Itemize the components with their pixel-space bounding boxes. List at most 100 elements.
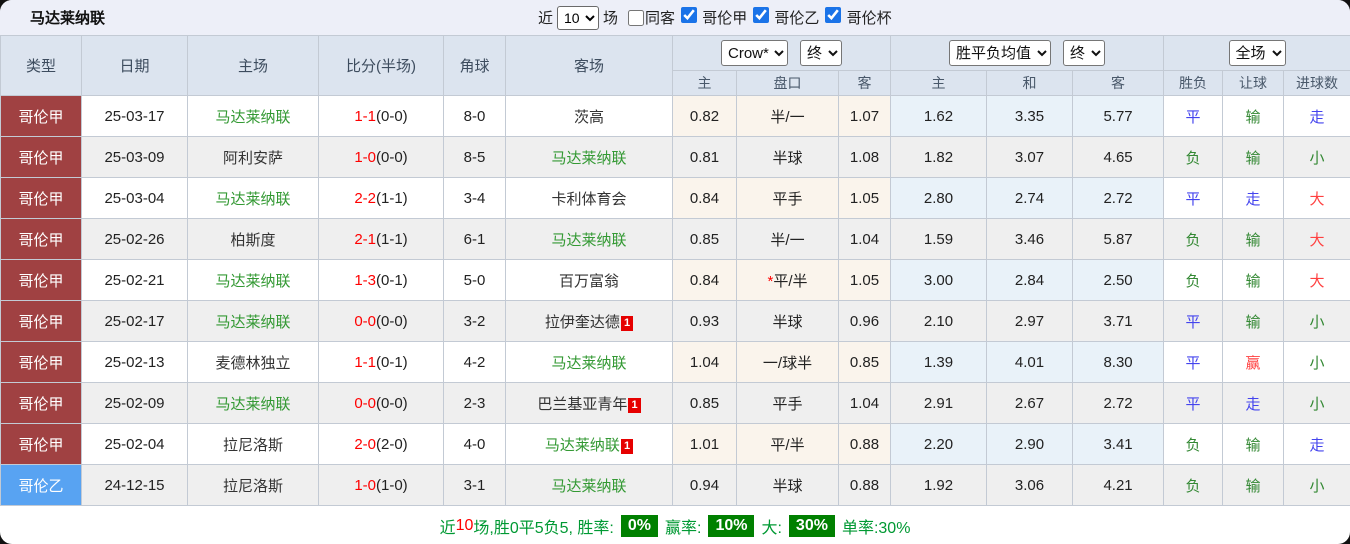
home-team-cell[interactable]: 马达莱纳联 [188,260,319,301]
league-cup-label: 哥伦杯 [847,10,892,27]
handicap-result-cell: 走 [1223,383,1284,424]
league-type-cell: 哥伦甲 [1,424,82,465]
avg-draw-cell: 2.67 [987,383,1073,424]
home-team-cell[interactable]: 马达莱纳联 [188,383,319,424]
away-team-cell[interactable]: 马达莱纳联 [506,219,673,260]
avg-draw-cell: 3.06 [987,465,1073,506]
outcome-cell: 负 [1164,219,1223,260]
handicap-cell: 平/半 [737,424,839,465]
away-team-cell[interactable]: 巴兰基亚青年1 [506,383,673,424]
avg-away-cell: 4.21 [1073,465,1164,506]
away-team-cell[interactable]: 马达莱纳联 [506,465,673,506]
league-cup-checkbox[interactable] [825,7,841,23]
home-team-cell[interactable]: 马达莱纳联 [188,301,319,342]
handicap-result-cell: 输 [1223,424,1284,465]
outcome-cell: 负 [1164,465,1223,506]
table-row: 哥伦甲 25-02-09 马达莱纳联 0-0(0-0) 2-3 巴兰基亚青年1 … [1,383,1350,424]
odds-group-header: Crow* 终 [673,36,891,71]
home-team-cell[interactable]: 柏斯度 [188,219,319,260]
odds-home-cell: 0.85 [673,219,737,260]
col-header-type: 类型 [1,36,82,96]
odds-home-cell: 0.81 [673,137,737,178]
odds-home-cell: 0.94 [673,465,737,506]
avg-home-cell: 1.59 [891,219,987,260]
away-team-cell[interactable]: 拉伊奎达德1 [506,301,673,342]
avg-draw-cell: 3.35 [987,96,1073,137]
table-row: 哥伦甲 25-02-04 拉尼洛斯 2-0(2-0) 4-0 马达莱纳联1 1.… [1,424,1350,465]
home-team-cell[interactable]: 麦德林独立 [188,342,319,383]
filter-controls: 近 10 场 同客 哥伦甲 哥伦乙 哥伦杯 [538,0,896,35]
summary-prefix: 近 [440,514,456,538]
avg-time-select[interactable]: 终 [1063,40,1105,66]
corner-cell: 3-2 [444,301,506,342]
away-team-cell[interactable]: 卡利体育会 [506,178,673,219]
avg-away-cell: 4.65 [1073,137,1164,178]
col-header-outcome: 胜负 [1164,71,1223,96]
handicap-cell: 平手 [737,178,839,219]
odds-home-cell: 0.84 [673,178,737,219]
summary-bar: 近10场,胜0平5负5, 胜率: 0% 赢率: 10% 大: 30% 单率:30… [0,506,1350,544]
avg-home-cell: 2.91 [891,383,987,424]
outcome-cell: 平 [1164,301,1223,342]
outcome-cell: 平 [1164,342,1223,383]
league-a-checkbox[interactable] [681,7,697,23]
avg-type-select[interactable]: 胜平负均值 [949,40,1051,66]
away-team-cell[interactable]: 马达莱纳联 [506,137,673,178]
avg-home-cell: 2.20 [891,424,987,465]
handicap-cell: 半/一 [737,219,839,260]
matches-table: 类型 日期 主场 比分(半场) 角球 客场 Crow* 终 胜平负均值 终 [0,35,1350,506]
avg-draw-cell: 2.97 [987,301,1073,342]
recent-count-select[interactable]: 10 [557,6,599,30]
avg-home-cell: 1.39 [891,342,987,383]
odds-away-cell: 1.07 [839,96,891,137]
result-group-header: 全场 [1164,36,1350,71]
away-team-cell[interactable]: 百万富翁 [506,260,673,301]
table-row: 哥伦乙 24-12-15 拉尼洛斯 1-0(1-0) 3-1 马达莱纳联 0.9… [1,465,1350,506]
handicap-cell: 平手 [737,383,839,424]
corner-cell: 8-5 [444,137,506,178]
avg-home-cell: 2.80 [891,178,987,219]
home-team-cell[interactable]: 马达莱纳联 [188,178,319,219]
league-filter-colombia-b: 哥伦乙 [751,7,819,28]
home-team-cell[interactable]: 拉尼洛斯 [188,465,319,506]
col-header-away: 客场 [506,36,673,96]
home-team-cell[interactable]: 阿利安萨 [188,137,319,178]
profit-rate-label: 赢率: [665,514,701,538]
odds-home-cell: 0.82 [673,96,737,137]
home-team-cell[interactable]: 拉尼洛斯 [188,424,319,465]
avg-away-cell: 5.77 [1073,96,1164,137]
odds-away-cell: 1.04 [839,219,891,260]
goals-result-cell: 走 [1284,424,1350,465]
table-row: 哥伦甲 25-03-17 马达莱纳联 1-1(0-0) 8-0 茨高 0.82 … [1,96,1350,137]
home-team-cell[interactable]: 马达莱纳联 [188,96,319,137]
corner-cell: 2-3 [444,383,506,424]
avg-home-cell: 1.62 [891,96,987,137]
odds-time-select[interactable]: 终 [800,40,842,66]
avg-draw-cell: 4.01 [987,342,1073,383]
away-team-cell[interactable]: 马达莱纳联 [506,342,673,383]
league-b-checkbox[interactable] [753,7,769,23]
away-team-badge: 1 [621,316,633,331]
col-header-handicap-result: 让球 [1223,71,1284,96]
odds-company-select[interactable]: Crow* [721,40,788,66]
same-away-checkbox[interactable] [628,10,644,26]
avg-draw-cell: 3.46 [987,219,1073,260]
games-label: 场 [603,7,618,28]
league-type-cell: 哥伦甲 [1,342,82,383]
col-header-avg-home: 主 [891,71,987,96]
league-type-cell: 哥伦甲 [1,96,82,137]
handicap-cell: 半球 [737,301,839,342]
table-row: 哥伦甲 25-02-21 马达莱纳联 1-3(0-1) 5-0 百万富翁 0.8… [1,260,1350,301]
league-type-cell: 哥伦甲 [1,260,82,301]
away-team-cell[interactable]: 茨高 [506,96,673,137]
result-scope-select[interactable]: 全场 [1229,40,1286,66]
summary-record: 场,胜0平5负5, 胜率: [473,514,613,538]
match-rows: 哥伦甲 25-03-17 马达莱纳联 1-1(0-0) 8-0 茨高 0.82 … [1,96,1350,506]
goals-result-cell: 大 [1284,260,1350,301]
handicap-cell: 半球 [737,465,839,506]
away-team-cell[interactable]: 马达莱纳联1 [506,424,673,465]
avg-home-cell: 2.10 [891,301,987,342]
table-row: 哥伦甲 25-03-09 阿利安萨 1-0(0-0) 8-5 马达莱纳联 0.8… [1,137,1350,178]
score-cell: 2-0(2-0) [319,424,444,465]
date-cell: 25-03-09 [82,137,188,178]
